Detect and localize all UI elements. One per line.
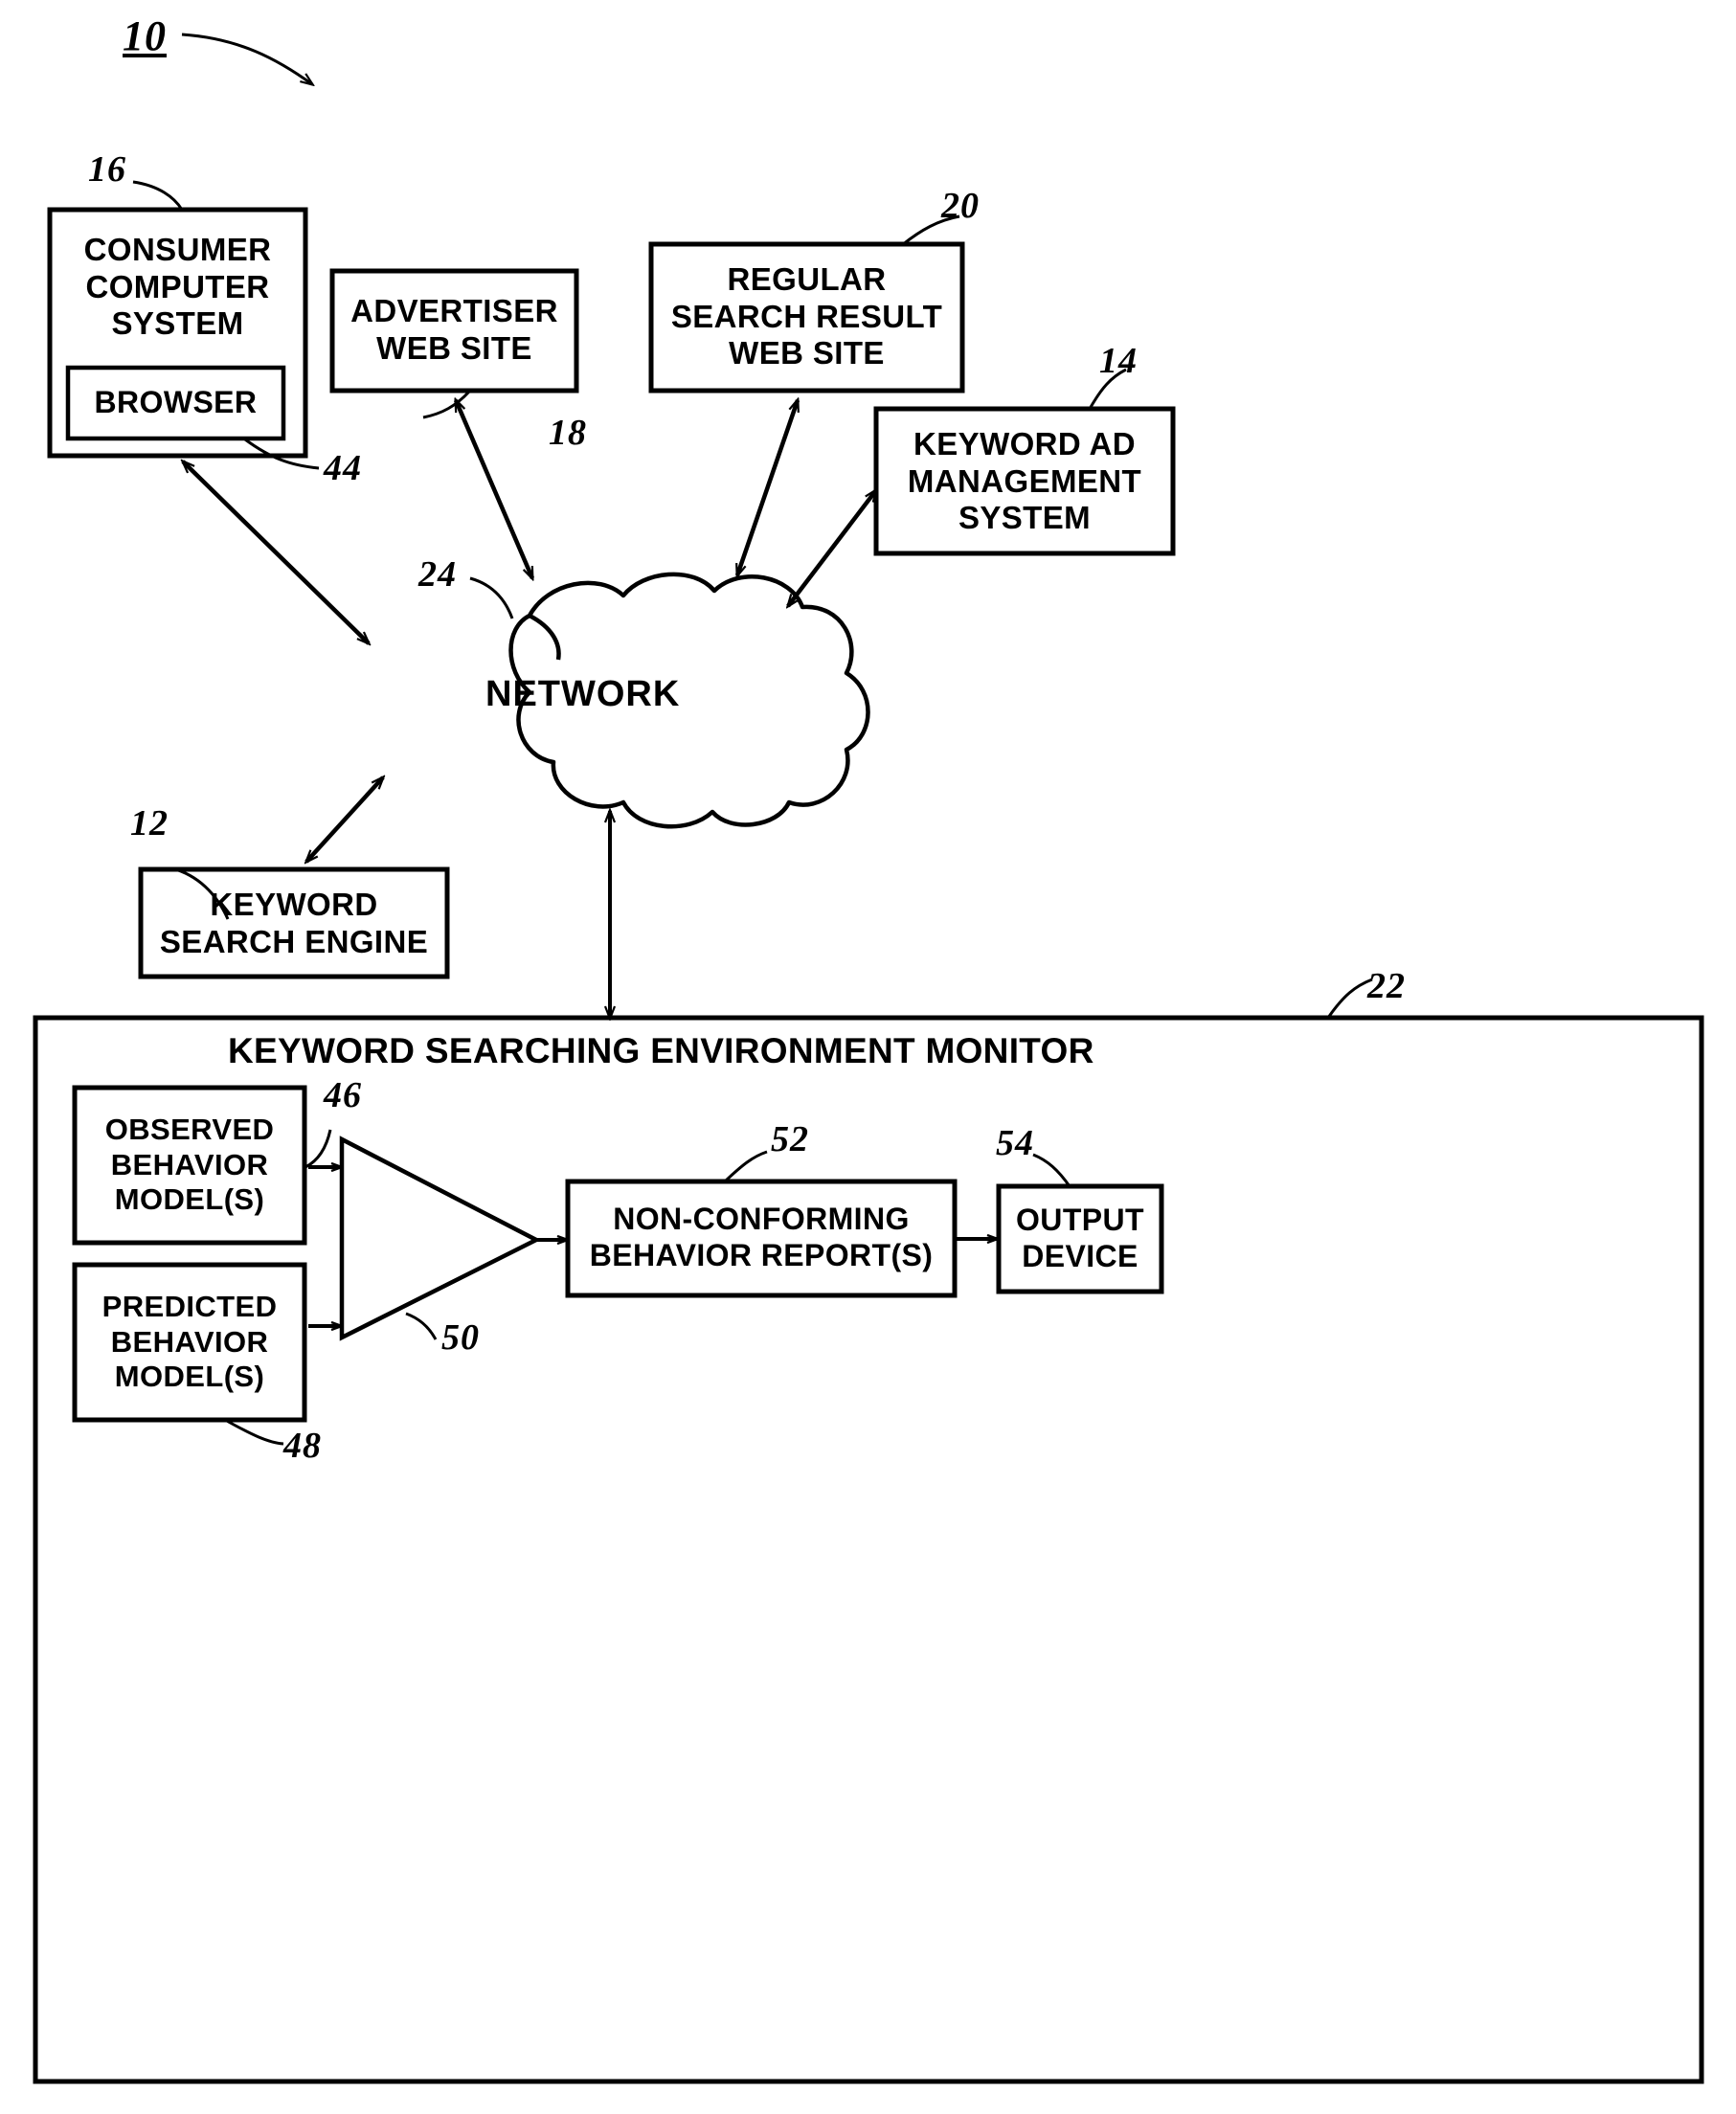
arrow-keyword-ad-to-network <box>788 490 876 606</box>
arrow-keyword-search-engine-to-network <box>306 777 383 862</box>
ref-number-18: 18 <box>549 413 587 453</box>
ref-number-54: 54 <box>996 1123 1034 1163</box>
monitor-title: KEYWORD SEARCHING ENVIRONMENT MONITOR <box>228 1031 1094 1070</box>
ref-number-20: 20 <box>941 186 980 226</box>
regular-search-result-web-site-box <box>648 241 965 394</box>
leader-24 <box>469 576 514 619</box>
browser-box <box>65 365 286 441</box>
ref-number-14: 14 <box>1099 341 1138 381</box>
ref-number-22: 22 <box>1367 966 1406 1006</box>
keyword-search-engine-box <box>138 866 450 979</box>
network-label: NETWORK <box>485 674 681 714</box>
advertiser-web-site-box <box>329 268 579 394</box>
figure-leader-10 <box>181 33 312 84</box>
patent-figure: 10 16 CONSUMER COMPUTER SYSTEM BROWSER 4… <box>0 0 1736 2114</box>
ref-number-52: 52 <box>771 1119 809 1159</box>
non-conforming-behavior-reports-box <box>565 1179 958 1298</box>
arrow-regular-search-to-network <box>734 400 800 575</box>
leader-22 <box>1326 978 1373 1019</box>
ref-number-46: 46 <box>324 1075 362 1115</box>
ref-number-12: 12 <box>130 803 169 843</box>
output-device-box <box>996 1183 1164 1294</box>
leader-16 <box>132 180 184 211</box>
ref-number-48: 48 <box>283 1426 322 1466</box>
figure-number: 10 <box>123 12 167 59</box>
ref-number-50: 50 <box>441 1317 480 1358</box>
ref-number-44: 44 <box>324 448 362 488</box>
observed-behavior-models-box <box>72 1085 307 1246</box>
keyword-ad-management-system-box <box>873 406 1176 556</box>
predicted-behavior-models-box <box>72 1262 307 1423</box>
ref-number-24: 24 <box>418 554 457 595</box>
arrow-advertiser-to-network <box>453 400 535 578</box>
ref-number-16: 16 <box>88 149 126 190</box>
